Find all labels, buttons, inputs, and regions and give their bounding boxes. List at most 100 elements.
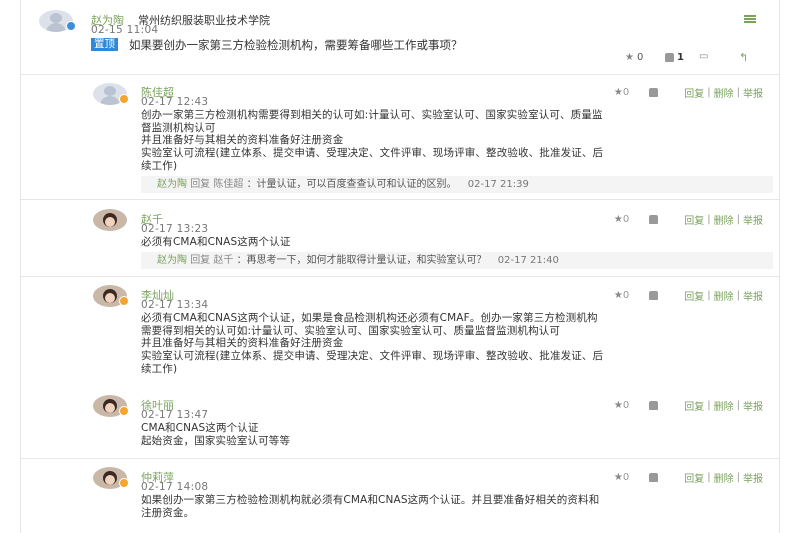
reply-link[interactable]: 回复 <box>684 470 704 485</box>
reply-line: 注册资金。 <box>141 506 195 519</box>
discussion-panel: 赵为陶 常州纺织服装职业技术学院 02-15 11:04 置顶 如果要创办一家第… <box>20 0 780 533</box>
menu-icon[interactable] <box>744 15 756 23</box>
reply-avatar[interactable] <box>93 209 127 231</box>
separator: | <box>736 472 740 483</box>
sub-reply-word: 回复 <box>190 255 211 266</box>
reply-time: 02-17 12:43 <box>141 96 209 108</box>
report-link[interactable]: 举报 <box>743 470 763 485</box>
reply-line: 续工作) <box>141 159 178 172</box>
reply-link[interactable]: 回复 <box>684 212 704 227</box>
reply-star-count: 0 <box>622 400 630 411</box>
star-icon[interactable]: ★ <box>614 290 623 301</box>
delete-link[interactable]: 删除 <box>714 85 734 100</box>
reply-link[interactable]: 回复 <box>684 85 704 100</box>
star-icon[interactable]: ★ <box>614 214 623 225</box>
sub-reply-word: 回复 <box>190 179 211 190</box>
delete-link[interactable]: 删除 <box>714 212 734 227</box>
reply-time: 02-17 13:23 <box>141 223 209 235</box>
delete-link[interactable]: 删除 <box>714 470 734 485</box>
thumb-up-icon[interactable] <box>649 88 659 97</box>
separator: | <box>707 400 711 411</box>
user-badge-icon <box>119 406 129 416</box>
post-like-stat[interactable]: 1 <box>665 52 684 63</box>
separator: | <box>707 290 711 301</box>
reply-item: 赵千 02-17 13:23 ★ 0 回复 | 删除 | 举报 必须有CMA和C… <box>21 201 779 277</box>
reply-body: 创办一家第三方检测机构需要得到相关的认可如:计量认可、实验室认可、国家实验室认可… <box>141 109 779 173</box>
thumb-up-icon[interactable] <box>649 291 659 300</box>
post-like-count: 1 <box>677 52 684 63</box>
comment-icon[interactable]: ▭ <box>699 52 708 62</box>
reply-line: 实验室认可流程(建立体系、提交申请、受理决定、文件评审、现场评审、整改验收、批准… <box>141 350 604 363</box>
reply-line: 如果创办一家第三方检验检测机构就必须有CMA和CNAS这两个认证。并且要准备好相… <box>141 494 600 506</box>
post-title: 如果要创办一家第三方检验检测机构，需要筹备哪些工作或事项？ <box>129 38 463 52</box>
reply-star-count: 0 <box>622 87 630 98</box>
reply-time: 02-17 13:47 <box>141 409 209 421</box>
user-badge-icon <box>119 296 129 306</box>
sub-reply-from[interactable]: 赵为陶 <box>157 255 187 266</box>
separator: | <box>736 290 740 301</box>
reply-time: 02-17 14:08 <box>141 481 209 493</box>
report-link[interactable]: 举报 <box>743 212 763 227</box>
sub-reply-text: ：再思考一下，如何才能取得计量认证，和实验室认可？ <box>236 255 487 266</box>
thumb-up-icon[interactable] <box>649 215 659 224</box>
separator: | <box>736 400 740 411</box>
thumb-up-icon[interactable] <box>649 473 659 482</box>
separator: | <box>736 87 740 98</box>
reply-line: 必须有CMA和CNAS这两个认证 <box>141 236 291 248</box>
reply-item: 徐叶丽 02-17 13:47 ★ 0 回复 | 删除 | 举报 CMA和CNA… <box>21 388 779 459</box>
report-link[interactable]: 举报 <box>743 288 763 303</box>
reply-actions: ★ 0 回复 | 删除 | 举报 <box>614 398 763 413</box>
reply-link[interactable]: 回复 <box>684 398 704 413</box>
post-star-count: 0 <box>636 52 644 63</box>
reply-item: 仲莉萍 02-17 14:08 ★ 0 回复 | 删除 | 举报 如果创办一家第… <box>21 460 779 533</box>
main-post: 赵为陶 常州纺织服装职业技术学院 02-15 11:04 置顶 如果要创办一家第… <box>21 0 779 75</box>
reply-line: 续工作) <box>141 362 178 375</box>
star-icon[interactable]: ★ <box>614 400 623 411</box>
reply-actions: ★ 0 回复 | 删除 | 举报 <box>614 288 763 303</box>
separator: | <box>707 214 711 225</box>
reply-time: 02-17 13:34 <box>141 299 209 311</box>
reply-actions: ★ 0 回复 | 删除 | 举报 <box>614 212 763 227</box>
share-arrow-icon[interactable]: ↰ <box>739 51 748 64</box>
reply-line: 创办一家第三方检测机构需要得到相关的认可如:计量认可、实验室认可、国家实验室认可… <box>141 109 603 121</box>
delete-link[interactable]: 删除 <box>714 288 734 303</box>
thumb-up-icon <box>665 53 674 62</box>
reply-actions: ★ 0 回复 | 删除 | 举报 <box>614 85 763 100</box>
report-link[interactable]: 举报 <box>743 85 763 100</box>
post-time: 02-15 11:04 <box>91 24 159 36</box>
sub-reply-time: 02-17 21:39 <box>467 179 529 190</box>
star-icon[interactable]: ★ <box>614 472 623 483</box>
post-star-stat[interactable]: ★ 0 <box>625 52 643 63</box>
report-link[interactable]: 举报 <box>743 398 763 413</box>
delete-link[interactable]: 删除 <box>714 398 734 413</box>
reply-item: 陈佳超 02-17 12:43 ★ 0 回复 | 删除 | 举报 创办一家第三方… <box>21 76 779 200</box>
separator: | <box>736 214 740 225</box>
reply-line: 并且准备好与其相关的资料准备好注册资金 <box>141 134 344 147</box>
reply-line: 需要得到相关的认可如:计量认可、实验室认可、国家实验室认可、质量监督监测机构认可 <box>141 324 561 337</box>
reply-item: 李灿灿 02-17 13:34 ★ 0 回复 | 删除 | 举报 必须有CMA和… <box>21 278 779 381</box>
reply-body: 如果创办一家第三方检验检测机构就必须有CMA和CNAS这两个认证。并且要准备好相… <box>141 494 779 519</box>
separator: | <box>707 87 711 98</box>
sub-reply-to[interactable]: 陈佳超 <box>213 179 243 190</box>
star-icon[interactable]: ★ <box>614 87 623 98</box>
separator: | <box>707 472 711 483</box>
reply-link[interactable]: 回复 <box>684 288 704 303</box>
reply-line: 督监测机构认可 <box>141 121 216 134</box>
sub-reply: 赵为陶 回复 赵千 ：再思考一下，如何才能取得计量认证，和实验室认可？ 02-1… <box>141 252 773 269</box>
reply-line: CMA和CNAS这两个认证 <box>141 422 259 434</box>
reply-star-count: 0 <box>622 214 630 225</box>
sub-reply-text: ：计量认证，可以百度查查认可和认证的区别。 <box>246 179 457 190</box>
reply-star-count: 0 <box>622 472 630 483</box>
sub-reply-time: 02-17 21:40 <box>497 255 559 266</box>
sub-reply-from[interactable]: 赵为陶 <box>157 179 187 190</box>
reply-line: 必须有CMA和CNAS这两个认证，如果是食品检测机构还必须有CMAF。创办一家第… <box>141 312 598 324</box>
reply-line: 并且准备好与其相关的资料准备好注册资金 <box>141 337 344 350</box>
reply-body: 必须有CMA和CNAS这两个认证，如果是食品检测机构还必须有CMAF。创办一家第… <box>141 312 779 376</box>
user-badge-icon <box>119 94 129 104</box>
reply-line: 起始资金，国家实验室认可等等 <box>141 434 291 447</box>
reply-body: CMA和CNAS这两个认证 起始资金，国家实验室认可等等 <box>141 422 779 447</box>
sub-reply-to[interactable]: 赵千 <box>213 255 233 266</box>
reply-star-count: 0 <box>622 290 630 301</box>
thumb-up-icon[interactable] <box>649 401 659 410</box>
sub-reply: 赵为陶 回复 陈佳超 ：计量认证，可以百度查查认可和认证的区别。 02-17 2… <box>141 176 773 193</box>
